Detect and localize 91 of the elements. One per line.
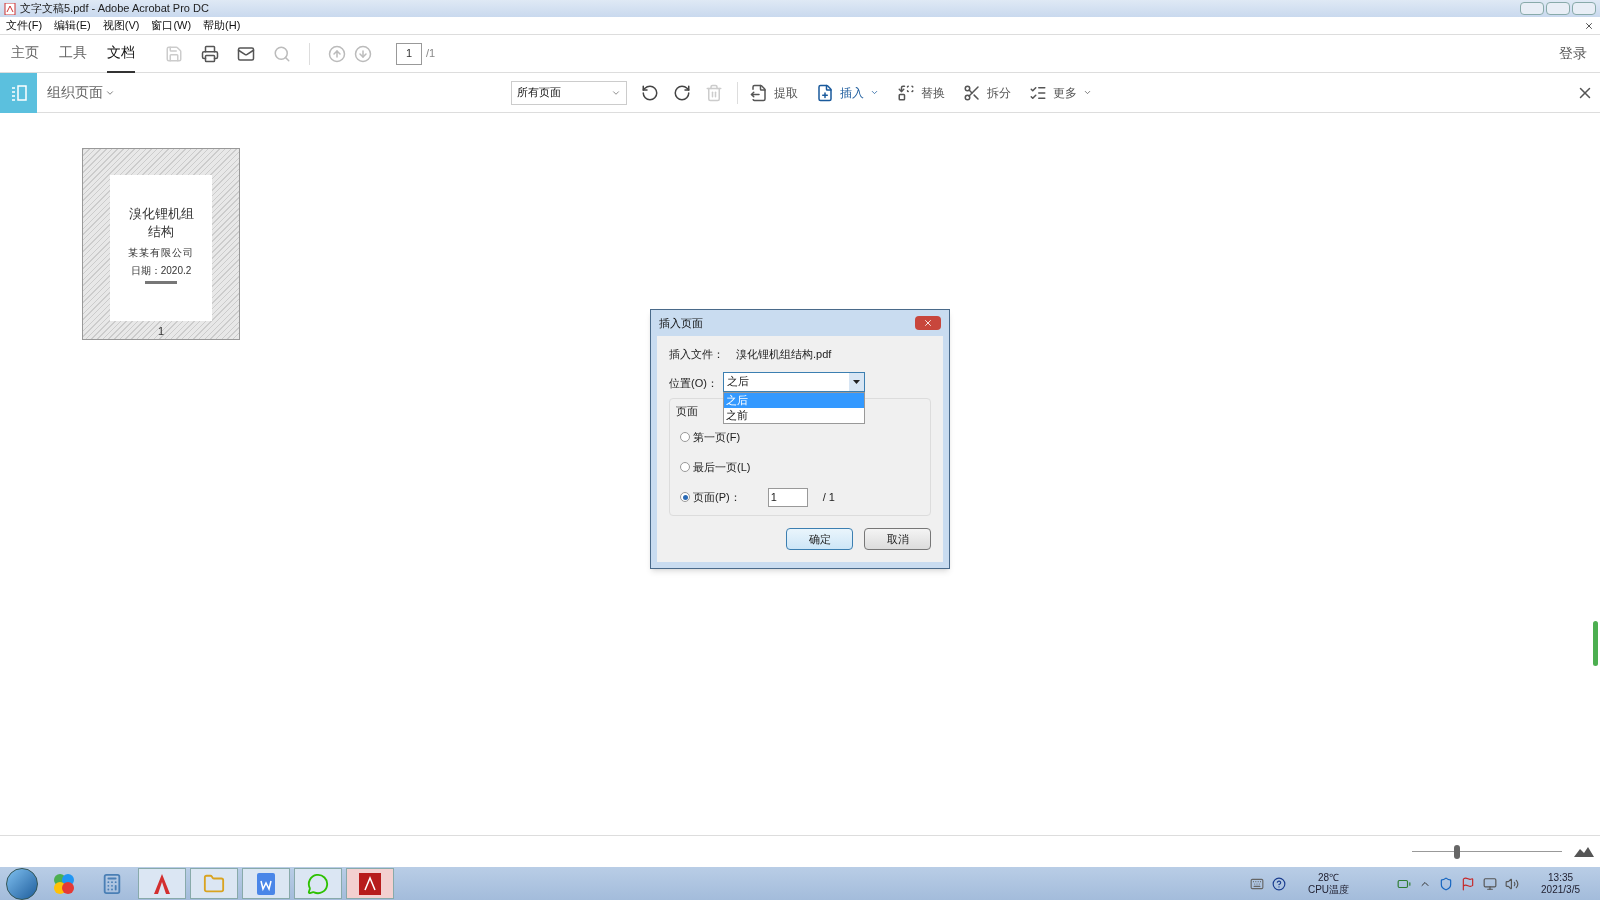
organize-pages-menu[interactable]: 组织页面 xyxy=(47,82,115,103)
previous-page-icon[interactable] xyxy=(328,44,346,63)
dialog-title: 插入页面 xyxy=(659,315,703,331)
taskbar-app[interactable] xyxy=(346,868,394,899)
flag-icon[interactable] xyxy=(1461,876,1476,891)
field-label: 插入文件： xyxy=(669,347,724,362)
file-plus-icon xyxy=(816,83,834,102)
rotate-left-icon[interactable] xyxy=(641,83,659,102)
chat-icon xyxy=(307,872,329,895)
toolbar-action[interactable]: 插入 xyxy=(816,83,879,102)
taskbar-app[interactable] xyxy=(138,868,186,899)
start-button[interactable] xyxy=(6,867,38,900)
taskbar-app[interactable] xyxy=(294,868,342,899)
ok-button[interactable]: 确定 xyxy=(786,528,853,550)
clock-time: 13:35 xyxy=(1548,871,1574,884)
position-dropdown[interactable]: 之后 xyxy=(723,371,865,392)
close-button[interactable] xyxy=(1572,2,1596,15)
page-field[interactable]: 1 xyxy=(767,487,808,507)
mail-icon[interactable] xyxy=(237,44,255,63)
folder-icon xyxy=(203,872,225,895)
taskbar-app[interactable] xyxy=(190,868,238,899)
close-icon[interactable] xyxy=(1584,20,1594,31)
radio-label: 第一页(F) xyxy=(693,429,741,445)
toolbar-action[interactable]: 拆分 xyxy=(963,83,1011,102)
caret-icon xyxy=(870,88,879,97)
menu-item[interactable]: 视图(V) xyxy=(102,17,140,34)
document-icon xyxy=(257,872,275,895)
illegible-text-line xyxy=(145,281,177,284)
menu-item[interactable]: 文件(F) xyxy=(6,17,43,34)
circles-icon xyxy=(52,871,76,896)
radio-label: 页面(P)： xyxy=(693,489,741,505)
window-title: 文字文稿5.pdf - Adobe Acrobat Pro DC xyxy=(20,1,209,17)
clock-date: 2021/3/5 xyxy=(1541,883,1580,896)
menu-item[interactable]: 窗口(W) xyxy=(151,17,192,34)
page-range-dropdown[interactable]: 所有页面 xyxy=(511,80,627,105)
help-icon[interactable] xyxy=(1271,876,1286,891)
scrollbar-thumb[interactable] xyxy=(1593,621,1598,666)
calculator-icon xyxy=(101,872,123,895)
volume-icon[interactable] xyxy=(1505,876,1520,891)
zoom-slider[interactable] xyxy=(1412,844,1562,859)
close-button[interactable] xyxy=(915,316,941,330)
pdf-icon xyxy=(4,2,16,15)
document-date: 日期：2020.2 xyxy=(130,264,192,278)
radio-button[interactable] xyxy=(680,432,690,442)
radio-button[interactable] xyxy=(680,462,690,472)
cpu-temperature: 28℃ xyxy=(1317,871,1340,884)
print-icon[interactable] xyxy=(201,44,219,63)
nav-tab[interactable]: 工具 xyxy=(59,34,87,73)
nav-tab[interactable]: 文档 xyxy=(107,34,135,73)
mountain-icon[interactable] xyxy=(1574,846,1594,857)
restore-button[interactable] xyxy=(1546,2,1570,15)
letter-a-icon xyxy=(152,873,172,894)
close-icon xyxy=(923,318,933,328)
menu-item[interactable]: 帮助(H) xyxy=(203,17,241,34)
minimize-button[interactable] xyxy=(1520,2,1544,15)
network-icon[interactable] xyxy=(1483,876,1498,891)
pdf-icon xyxy=(359,872,381,895)
toolbar-action[interactable]: 替换 xyxy=(897,83,945,102)
radio-button[interactable] xyxy=(680,492,690,502)
cpu-temperature-label: CPU温度 xyxy=(1307,883,1350,896)
field-label: 位置(O)： xyxy=(669,375,719,391)
login-link[interactable]: 登录 xyxy=(1559,43,1587,64)
company-name: 某某有限公司 xyxy=(128,246,194,260)
toolbar-action[interactable]: 提取 xyxy=(750,83,798,102)
cancel-button[interactable]: 取消 xyxy=(864,528,931,550)
rotate-right-icon[interactable] xyxy=(673,83,691,102)
page-number-field[interactable]: 1 xyxy=(396,42,422,65)
caret-icon xyxy=(1083,88,1092,97)
page-total: /1 xyxy=(426,46,436,62)
nav-tab[interactable]: 主页 xyxy=(11,34,39,73)
page-total: / 1 xyxy=(822,489,835,505)
search-icon[interactable] xyxy=(273,44,291,63)
file-name: 溴化锂机组结构.pdf xyxy=(736,347,832,362)
page-number: 1 xyxy=(157,323,165,339)
group-label: 页面 xyxy=(676,403,698,419)
page-thumbnail[interactable]: 溴化锂机组结构 某某有限公司 日期：2020.2 1 xyxy=(82,148,240,340)
keyboard-icon[interactable] xyxy=(1249,876,1264,891)
taskbar-app[interactable] xyxy=(242,868,290,899)
file-arrow-icon xyxy=(750,83,768,102)
toolbar-action[interactable]: 更多 xyxy=(1029,83,1092,102)
page-panel-icon xyxy=(9,83,28,102)
organize-pages-tile[interactable] xyxy=(0,72,37,113)
radio-label: 最后一页(L) xyxy=(693,459,751,475)
scissors-icon xyxy=(963,83,981,102)
replace-icon xyxy=(897,83,915,102)
dropdown-option[interactable]: 之前 xyxy=(724,407,864,423)
document-title: 溴化锂机组结构 xyxy=(127,205,195,241)
menu-item[interactable]: 编辑(E) xyxy=(54,17,91,34)
next-page-icon[interactable] xyxy=(354,44,372,63)
shield-icon[interactable] xyxy=(1439,876,1454,891)
caret-icon xyxy=(853,379,860,384)
